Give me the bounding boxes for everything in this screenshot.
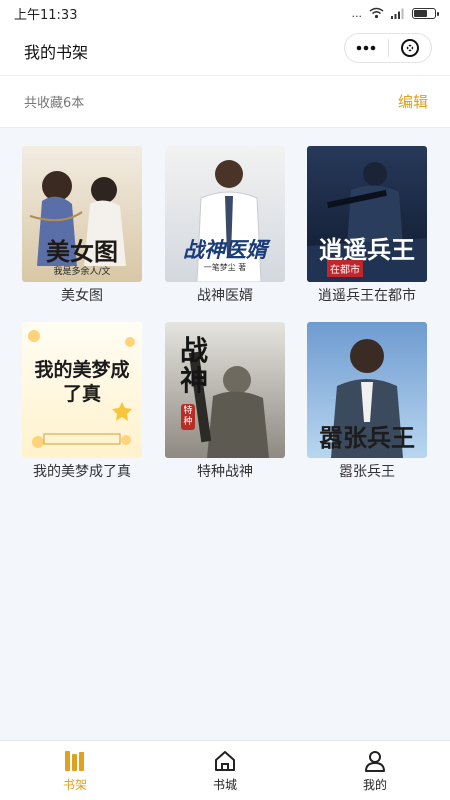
cover-title: 嚣张兵王 <box>319 423 415 452</box>
book-title: 我的美梦成了真 <box>33 464 131 480</box>
book-cover[interactable]: 我的美梦成了真 <box>22 322 142 458</box>
close-circle-icon <box>400 39 419 57</box>
home-icon <box>215 750 235 771</box>
book-cover[interactable]: 战神 特种 <box>165 322 285 458</box>
close-button[interactable] <box>389 34 432 62</box>
book-title: 美女图 <box>61 288 103 304</box>
wifi-icon <box>369 7 384 19</box>
battery-icon <box>412 7 439 19</box>
book-item[interactable]: 美女图 我是多余人/文 美女图 <box>21 146 143 305</box>
book-item[interactable]: 战神 特种 特种战神 <box>164 322 286 481</box>
status-time: 上午11:33 <box>14 7 78 23</box>
page-title: 我的书架 <box>24 42 89 62</box>
book-title: 战神医婿 <box>197 288 253 304</box>
book-cover[interactable]: 嚣张兵王 <box>307 322 427 458</box>
collection-count: 共收藏6本 <box>24 96 85 111</box>
tab-label: 我的 <box>362 777 387 792</box>
shelf-toolbar: 共收藏6本 编辑 <box>0 76 450 128</box>
cover-title: 美女图 <box>46 237 118 266</box>
cover-subtitle: 一笔梦尘 著 <box>203 263 247 272</box>
user-icon <box>365 750 385 772</box>
more-button[interactable] <box>345 34 388 62</box>
cover-title: 战神 <box>179 334 208 397</box>
book-item[interactable]: 我的美梦成了真 我的美梦成了真 <box>21 322 143 481</box>
more-dots-icon <box>356 45 376 51</box>
signal-icon <box>391 8 404 19</box>
edit-button[interactable]: 编辑 <box>398 91 428 112</box>
tab-mine[interactable]: 我的 <box>300 741 450 800</box>
cover-subtitle: 特种 <box>181 404 195 430</box>
cover-subtitle: 在都市 <box>327 260 363 277</box>
nav-bar: 我的书架 <box>0 26 450 76</box>
book-title: 特种战神 <box>197 464 253 480</box>
book-item[interactable]: 嚣张兵王 嚣张兵王 <box>306 322 428 481</box>
bookshelf-icon <box>65 750 84 771</box>
mini-program-capsule <box>344 33 432 63</box>
book-item[interactable]: 战神医婿 一笔梦尘 著 战神医婿 <box>164 146 286 305</box>
tab-label: 书城 <box>212 777 237 792</box>
book-title: 嚣张兵王 <box>339 464 395 480</box>
book-cover[interactable]: 逍遥兵王 在都市 <box>307 146 427 282</box>
cover-subtitle: 我是多余人/文 <box>53 267 111 277</box>
book-item[interactable]: 逍遥兵王 在都市 逍遥兵王在都市 <box>306 146 428 305</box>
tab-bookshelf[interactable]: 书架 <box>0 741 150 800</box>
book-cover[interactable]: 战神医婿 一笔梦尘 著 <box>165 146 285 282</box>
tab-bookstore[interactable]: 书城 <box>150 741 300 800</box>
book-cover[interactable]: 美女图 我是多余人/文 <box>22 146 142 282</box>
tab-label: 书架 <box>62 777 87 792</box>
cover-title: 战神医婿 <box>183 237 267 262</box>
bottom-tab-bar: 书架 书城 我的 <box>0 740 450 800</box>
cover-title: 逍遥兵王 <box>319 235 415 264</box>
cover-title: 我的美梦成了真 <box>34 359 130 405</box>
book-title: 逍遥兵王在都市 <box>318 288 416 304</box>
status-icons: ... <box>351 6 439 20</box>
network-speed-icon: ... <box>351 6 363 20</box>
status-bar: 上午11:33 ... <box>0 0 450 26</box>
